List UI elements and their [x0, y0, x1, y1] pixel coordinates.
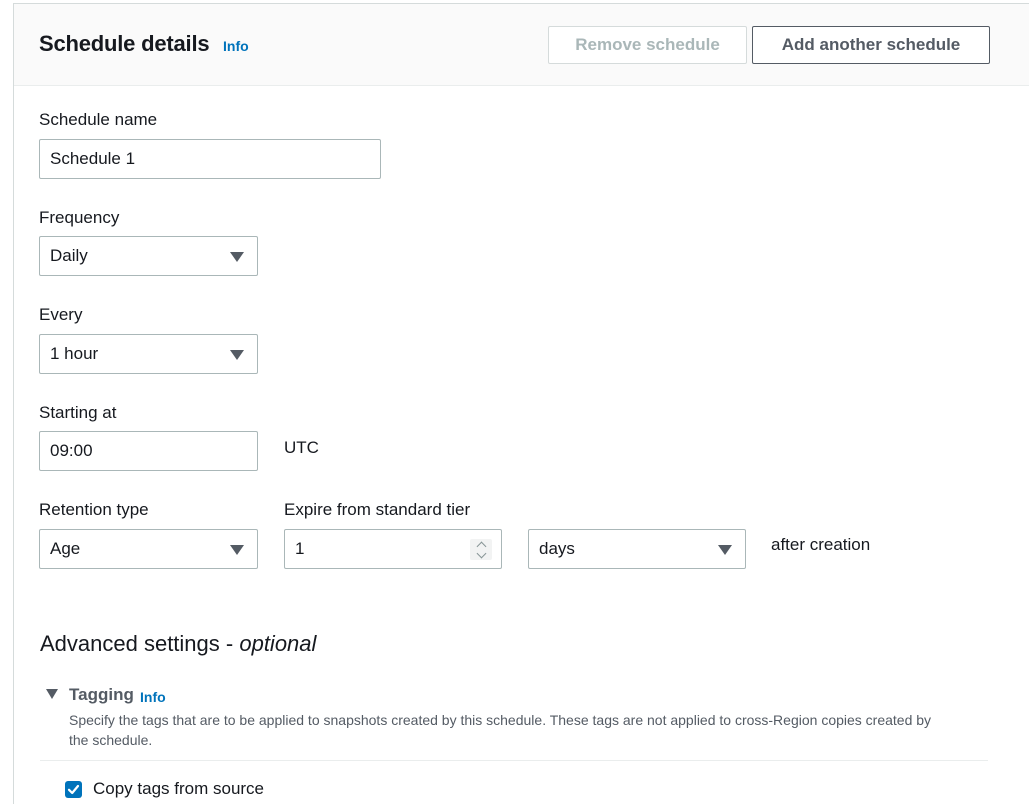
stepper-down-icon[interactable] [476, 548, 486, 558]
copy-tags-label[interactable]: Copy tags from source [93, 779, 264, 799]
schedule-name-input[interactable]: Schedule 1 [39, 139, 381, 179]
remove-schedule-button[interactable]: Remove schedule [548, 26, 747, 64]
tagging-description: Specify the tags that are to be applied … [69, 712, 932, 748]
timezone-label: UTC [284, 438, 319, 457]
caret-down-icon [718, 545, 732, 555]
starting-at-input[interactable]: 09:00 [39, 431, 258, 471]
expire-label: Expire from standard tier [284, 500, 471, 519]
tagging-toggle[interactable]: Tagging [69, 685, 134, 705]
add-another-schedule-button[interactable]: Add another schedule [752, 26, 990, 64]
every-label: Every [39, 305, 83, 324]
retention-type-select[interactable]: Age [39, 529, 258, 569]
every-value: 1 hour [50, 344, 99, 363]
panel-header: Schedule details Info Remove schedule Ad… [14, 4, 1029, 86]
after-creation-label: after creation [771, 535, 871, 554]
retention-type-value: Age [50, 539, 81, 558]
schedule-details-panel: Schedule details Info Remove schedule Ad… [13, 3, 1029, 804]
page-title: Schedule details [39, 31, 210, 56]
expire-value: 1 [295, 539, 305, 558]
schedule-name-label: Schedule name [39, 110, 158, 129]
schedule-name-value: Schedule 1 [50, 149, 136, 168]
frequency-select[interactable]: Daily [39, 236, 258, 276]
advanced-settings-title: Advanced settings - [40, 631, 240, 656]
caret-down-icon [230, 252, 244, 262]
caret-down-icon [230, 350, 244, 360]
caret-down-icon [230, 545, 244, 555]
divider [40, 760, 988, 761]
expire-number-input[interactable]: 1 [284, 529, 502, 569]
expand-caret-icon[interactable] [46, 689, 58, 699]
starting-at-value: 09:00 [50, 441, 93, 460]
expire-unit-select[interactable]: days [528, 529, 746, 569]
advanced-settings-heading: Advanced settings - optional [40, 631, 316, 657]
title-info-link[interactable]: Info [223, 38, 249, 54]
copy-tags-checkbox[interactable] [65, 781, 82, 798]
every-select[interactable]: 1 hour [39, 334, 258, 374]
retention-type-label: Retention type [39, 500, 149, 519]
optional-label: optional [239, 631, 317, 656]
tagging-info-link[interactable]: Info [140, 689, 166, 705]
number-stepper-icon[interactable] [470, 539, 492, 560]
expire-unit-value: days [539, 539, 575, 558]
frequency-value: Daily [50, 246, 88, 265]
frequency-label: Frequency [39, 208, 120, 227]
starting-at-label: Starting at [39, 403, 117, 422]
checkmark-icon [67, 784, 80, 795]
